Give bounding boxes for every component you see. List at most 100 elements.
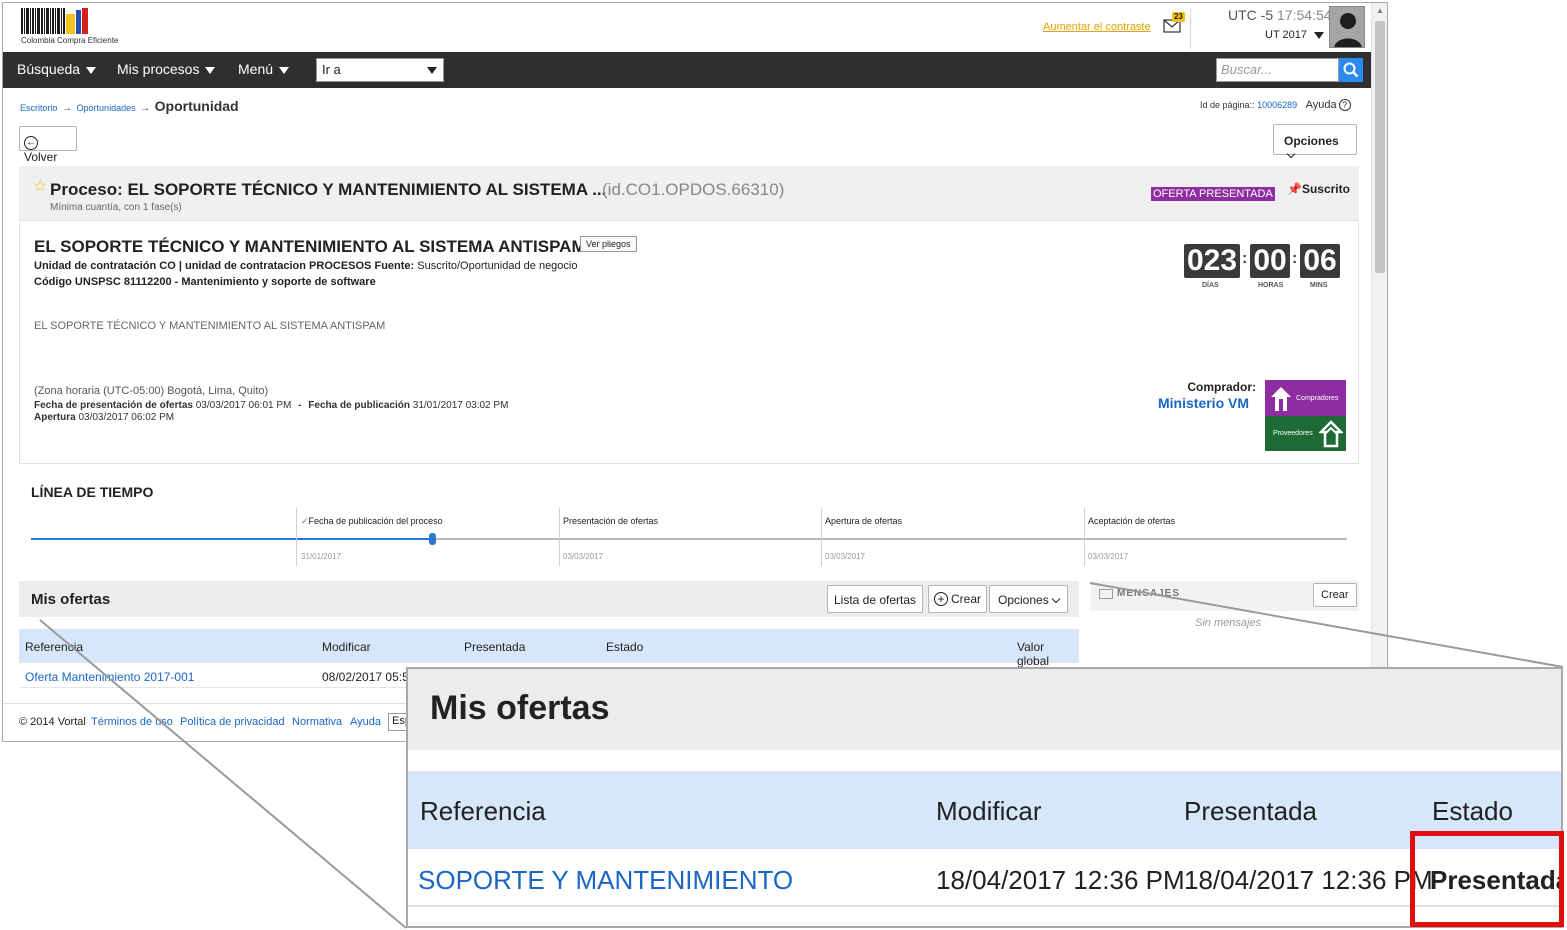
column-header[interactable]: Estado bbox=[606, 640, 643, 654]
process-title: Proceso: EL SOPORTE TÉCNICO Y MANTENIMIE… bbox=[50, 180, 607, 199]
scroll-up-arrow-icon[interactable]: ▲ bbox=[1372, 3, 1387, 19]
column-header[interactable]: Presentada bbox=[464, 640, 525, 654]
breadcrumb-escritorio[interactable]: Escritorio bbox=[20, 103, 58, 113]
back-button[interactable]: ←Volver bbox=[19, 126, 77, 164]
breadcrumb-oportunidades[interactable]: Oportunidades bbox=[77, 103, 136, 113]
zoom-table-header: Referencia Modificar Presentada Estado bbox=[408, 771, 1561, 849]
countdown-hours: 00 bbox=[1250, 244, 1290, 278]
suppliers-logo-panel: Proveedores bbox=[1265, 416, 1346, 451]
search-button[interactable] bbox=[1339, 58, 1363, 82]
countdown-separator: : bbox=[1242, 250, 1248, 267]
nav-label: Búsqueda bbox=[17, 61, 81, 77]
goto-select[interactable]: Ir a bbox=[316, 58, 444, 82]
view-pliegos-button[interactable]: Ver pliegos bbox=[580, 236, 637, 252]
header-divider bbox=[1190, 9, 1191, 49]
detail-title: EL SOPORTE TÉCNICO Y MANTENIMIENTO AL SI… bbox=[34, 237, 586, 256]
timeline-stage-divider bbox=[559, 508, 560, 566]
footer-link-normativa[interactable]: Normativa bbox=[292, 716, 342, 728]
timeline-stage-label: ✓Fecha de publicación del proceso bbox=[301, 516, 443, 527]
page-id-value[interactable]: 10006289 bbox=[1257, 100, 1297, 110]
zoom-column-header: Modificar bbox=[936, 796, 1042, 826]
nav-mis-procesos[interactable]: Mis procesos bbox=[117, 61, 216, 77]
user-icon bbox=[1330, 7, 1364, 47]
messages-panel: MENSAJES Crear bbox=[1091, 581, 1359, 611]
offer-modified: 08/02/2017 05:54 bbox=[322, 670, 416, 684]
buyers-logo-text: Compradores bbox=[1296, 395, 1339, 402]
source-value: Suscrito/Oportunidad de negocio bbox=[417, 260, 578, 272]
footer-link-privacy[interactable]: Política de privacidad bbox=[180, 716, 285, 728]
avatar[interactable] bbox=[1329, 6, 1365, 48]
timeline-progress bbox=[31, 538, 433, 540]
process-subtitle: Mínima cuantía, con 1 fase(s) bbox=[50, 202, 182, 213]
search-input[interactable]: Buscar... bbox=[1216, 58, 1339, 82]
time-label: 17:54:54 bbox=[1277, 7, 1332, 23]
footer-copyright: © 2014 Vortal bbox=[19, 716, 86, 728]
countdown-mins: 06 bbox=[1300, 244, 1340, 278]
star-icon[interactable]: ☆ bbox=[33, 176, 47, 196]
create-message-button[interactable]: Crear bbox=[1313, 583, 1357, 607]
envelope-icon bbox=[1099, 589, 1113, 599]
countdown-hours-label: HORAS bbox=[1258, 282, 1284, 289]
unit-select[interactable]: UT 2017 bbox=[1265, 29, 1325, 41]
arrow-right-icon: → bbox=[62, 103, 73, 114]
goto-value: Ir a bbox=[322, 62, 341, 77]
caret-down-icon bbox=[279, 66, 290, 74]
opening-label: Apertura bbox=[34, 412, 76, 423]
scrollbar-thumb[interactable] bbox=[1375, 21, 1385, 273]
nav-label: Menú bbox=[238, 61, 274, 77]
offers-section-header: Mis ofertas Lista de ofertas + Crear Opci… bbox=[19, 581, 1079, 617]
detail-dates: Fecha de presentación de ofertas 03/03/2… bbox=[34, 400, 508, 411]
subscribed-indicator[interactable]: 📌Suscrito bbox=[1287, 182, 1350, 196]
nav-busqueda[interactable]: Búsqueda bbox=[17, 61, 97, 77]
unspsc-code: Código UNSPSC 81112200 - Mantenimiento y… bbox=[34, 276, 376, 288]
site-logo[interactable]: Colombia Compra Eficiente bbox=[21, 6, 131, 48]
arrow-right-icon: → bbox=[140, 103, 151, 114]
publication-label: Fecha de publicación bbox=[308, 400, 410, 411]
zoom-offers-title: Mis ofertas bbox=[430, 689, 610, 727]
buyers-logo-panel: Compradores bbox=[1265, 380, 1346, 416]
page-content: Colombia Compra Eficiente Aumentar el co… bbox=[3, 3, 1373, 741]
create-offer-button[interactable]: + Crear bbox=[928, 585, 988, 613]
page-id: Id de página:: 10006289 Ayuda? bbox=[1200, 99, 1351, 111]
subscribed-label: Suscrito bbox=[1301, 182, 1350, 196]
zoom-offer-reference: SOPORTE Y MANTENIMIENTO bbox=[418, 865, 794, 895]
messages-title: MENSAJES bbox=[1117, 588, 1181, 599]
opening-date: 03/03/2017 06:02 PM bbox=[78, 412, 175, 423]
options-label: Opciones bbox=[998, 593, 1049, 607]
nav-label: Mis procesos bbox=[117, 61, 200, 77]
column-header[interactable]: Modificar bbox=[322, 640, 371, 654]
timeline-marker bbox=[429, 533, 437, 545]
chevron-down-icon bbox=[1051, 594, 1060, 604]
offer-reference-link[interactable]: Oferta Mantenimiento 2017-001 bbox=[25, 670, 194, 684]
footer-link-help[interactable]: Ayuda bbox=[350, 716, 381, 728]
stage-label: Fecha de publicación del proceso bbox=[308, 516, 443, 526]
top-header: Colombia Compra Eficiente Aumentar el co… bbox=[3, 3, 1373, 52]
search-icon bbox=[1343, 62, 1359, 78]
suppliers-logo-text: Proveedores bbox=[1273, 430, 1313, 437]
question-icon: ? bbox=[1338, 99, 1351, 111]
column-header[interactable]: Referencia bbox=[25, 640, 83, 654]
mail-count-badge: 23 bbox=[1172, 12, 1185, 22]
offers-options-button[interactable]: Opciones bbox=[989, 585, 1068, 613]
contrast-link[interactable]: Aumentar el contraste bbox=[1043, 21, 1151, 33]
plus-icon: + bbox=[934, 592, 948, 606]
offers-title: Mis ofertas bbox=[31, 591, 111, 608]
unit-line: Unidad de contratación CO | unidad de co… bbox=[34, 260, 372, 272]
timeline-stage-date: 03/03/2017 bbox=[825, 552, 866, 561]
options-button[interactable]: Opciones bbox=[1273, 124, 1357, 159]
offers-date: 03/03/2017 06:01 PM bbox=[195, 400, 292, 411]
buyer-name[interactable]: Ministerio VM bbox=[1158, 395, 1249, 411]
countdown: 023 : 00 : 06 DÍAS HORAS MINS bbox=[1184, 244, 1344, 294]
zoom-offer-presented: 18/04/2017 12:36 PM bbox=[1184, 865, 1433, 895]
offers-date-label: Fecha de presentación de ofertas bbox=[34, 400, 193, 411]
publication-date: 31/01/2017 03:02 PM bbox=[412, 400, 509, 411]
help-link[interactable]: Ayuda? bbox=[1306, 99, 1351, 111]
help-label: Ayuda bbox=[1305, 99, 1337, 111]
timeline: ✓Fecha de publicación del proceso 31/01/… bbox=[31, 508, 1347, 572]
check-icon: ✓ bbox=[301, 516, 309, 526]
nav-menu[interactable]: Menú bbox=[238, 61, 290, 77]
vertical-scrollbar[interactable]: ▲ bbox=[1371, 3, 1387, 741]
offers-list-button[interactable]: Lista de ofertas bbox=[827, 585, 924, 613]
timeline-stage-date: 03/03/2017 bbox=[563, 552, 604, 561]
footer-link-terms[interactable]: Términos de uso bbox=[91, 716, 173, 728]
